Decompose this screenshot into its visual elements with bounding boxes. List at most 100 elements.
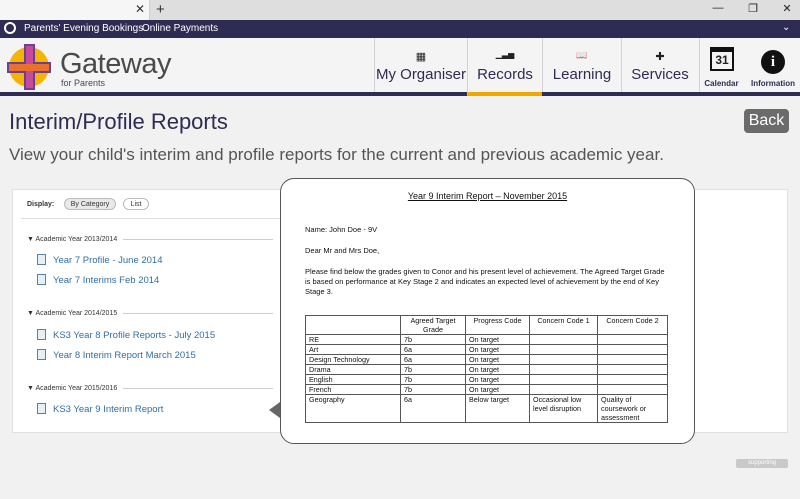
nav-learning[interactable]: 📖 Learning — [542, 38, 621, 92]
nav-label: My Organiser — [375, 66, 467, 83]
chevron-down-icon[interactable]: ⌄ — [782, 22, 790, 33]
divider — [21, 218, 289, 219]
year-label: ▼ Academic Year 2014/2015 — [27, 310, 118, 317]
year-group-2015-2016[interactable]: ▼ Academic Year 2015/2016 — [27, 385, 274, 392]
close-tab-icon[interactable]: ✕ — [133, 2, 147, 16]
grade-cell: 7b — [400, 364, 466, 375]
grade-cell: 6a — [400, 344, 466, 355]
subject-cell: Drama — [305, 364, 401, 375]
column-header: Progress Code — [465, 315, 530, 335]
column-header: Agreed Target Grade — [400, 315, 466, 335]
calendar-label: Calendar — [704, 79, 739, 88]
information-button[interactable]: i Information — [751, 38, 795, 92]
concern1-cell: Occasional low level disruption — [529, 394, 598, 423]
divider — [123, 312, 274, 314]
table-header-row: Agreed Target Grade Progress Code Concer… — [305, 315, 668, 335]
by-category-toggle[interactable]: By Category — [64, 198, 116, 210]
grid-icon: ▦ — [415, 51, 427, 63]
supporting-badge: supporting — [736, 459, 788, 468]
information-icon: i — [761, 50, 785, 74]
document-icon — [37, 329, 46, 340]
parents-evening-link[interactable]: Parents' Evening Bookings — [24, 23, 143, 34]
report-link[interactable]: Year 8 Interim Report March 2015 — [37, 349, 196, 361]
document-icon — [37, 349, 46, 360]
document-icon — [37, 403, 46, 414]
greeting: Dear Mr and Mrs Doe, — [305, 246, 380, 255]
year-label: ▼ Academic Year 2015/2016 — [27, 385, 118, 392]
report-link[interactable]: KS3 Year 9 Interim Report — [37, 403, 163, 415]
table-row: French 7b On target — [305, 384, 668, 395]
progress-cell: On target — [465, 384, 530, 395]
progress-cell: On target — [465, 344, 530, 355]
new-tab-icon[interactable]: + — [156, 1, 165, 18]
progress-cell: On target — [465, 334, 530, 345]
concern1-cell — [529, 364, 598, 375]
progress-cell: Below target — [465, 394, 530, 423]
report-link-label: Year 8 Interim Report March 2015 — [53, 350, 196, 361]
grades-table: Agreed Target Grade Progress Code Concer… — [305, 315, 668, 423]
concern2-cell — [597, 354, 668, 365]
window-close-icon[interactable]: ✕ — [777, 2, 797, 15]
year-group-2013-2014[interactable]: ▼ Academic Year 2013/2014 — [27, 236, 274, 243]
gateway-logo-icon[interactable] — [5, 42, 57, 92]
brand-name[interactable]: Gateway — [60, 48, 171, 81]
nav-label: Services — [631, 66, 689, 83]
calendar-icon: 31 — [710, 47, 734, 71]
column-header: Concern Code 2 — [597, 315, 668, 335]
concern1-cell — [529, 354, 598, 365]
subject-cell: RE — [305, 334, 401, 345]
table-row: Geography 6a Below target Occasional low le… — [305, 394, 668, 423]
report-intro: Please find below the grades given to Co… — [305, 267, 665, 296]
table-row: RE 7b On target — [305, 334, 668, 345]
gear-icon[interactable] — [4, 22, 16, 34]
subject-cell: Geography — [305, 394, 401, 423]
nav-my-organiser[interactable]: ▦ My Organiser — [374, 38, 467, 92]
online-payments-link[interactable]: Online Payments — [142, 23, 218, 34]
column-header: Concern Code 1 — [529, 315, 598, 335]
table-row: English 7b On target — [305, 374, 668, 385]
year-label: ▼ Academic Year 2013/2014 — [27, 236, 118, 243]
grade-cell: 7b — [400, 384, 466, 395]
table-row: Art 6a On target — [305, 344, 668, 355]
report-link-label: Year 7 Profile - June 2014 — [53, 255, 163, 266]
page-subtitle: View your child's interim and profile re… — [9, 145, 664, 164]
concern2-cell — [597, 374, 668, 385]
back-button[interactable]: Back — [744, 109, 789, 133]
concern2-cell — [597, 334, 668, 345]
grade-cell: 6a — [400, 394, 466, 423]
browser-tab[interactable]: ✕ — [0, 0, 150, 20]
restore-icon[interactable]: ❐ — [743, 2, 763, 15]
concern2-cell — [597, 344, 668, 355]
brand-subtitle: for Parents — [61, 78, 106, 88]
year-group-2014-2015[interactable]: ▼ Academic Year 2014/2015 — [27, 310, 274, 317]
concern2-cell — [597, 364, 668, 375]
table-row: Design Technology 6a On target — [305, 354, 668, 365]
report-link[interactable]: Year 7 Interims Feb 2014 — [37, 274, 159, 286]
nav-label: Records — [477, 66, 533, 83]
concern2-cell: Quality of coursework or assessment — [597, 394, 668, 423]
concern1-cell — [529, 384, 598, 395]
signpost-icon: ✚ — [655, 51, 665, 63]
display-label: Display: — [27, 201, 55, 208]
calendar-button[interactable]: 31 Calendar — [699, 38, 743, 92]
report-link[interactable]: Year 7 Profile - June 2014 — [37, 254, 163, 266]
site-header: Gateway for Parents ▦ My Organiser ▁▃▅ R… — [0, 38, 800, 96]
minimize-icon[interactable]: — — [708, 2, 728, 14]
page-title: Interim/Profile Reports — [9, 109, 228, 134]
report-link-label: KS3 Year 8 Profile Reports - July 2015 — [53, 330, 216, 341]
report-preview-popup: Year 9 Interim Report – November 2015 Na… — [280, 178, 695, 444]
concern1-cell — [529, 344, 598, 355]
list-toggle[interactable]: List — [123, 198, 149, 210]
nav-records[interactable]: ▁▃▅ Records — [467, 38, 542, 96]
book-icon: 📖 — [576, 50, 588, 60]
subject-cell: English — [305, 374, 401, 385]
progress-cell: On target — [465, 354, 530, 365]
divider — [123, 387, 274, 389]
information-label: Information — [751, 79, 795, 88]
progress-cell: On target — [465, 374, 530, 385]
grade-cell: 6a — [400, 354, 466, 365]
divider — [123, 238, 274, 240]
nav-label: Learning — [552, 66, 612, 83]
nav-services[interactable]: ✚ Services — [621, 38, 698, 92]
report-link[interactable]: KS3 Year 8 Profile Reports - July 2015 — [37, 329, 215, 341]
